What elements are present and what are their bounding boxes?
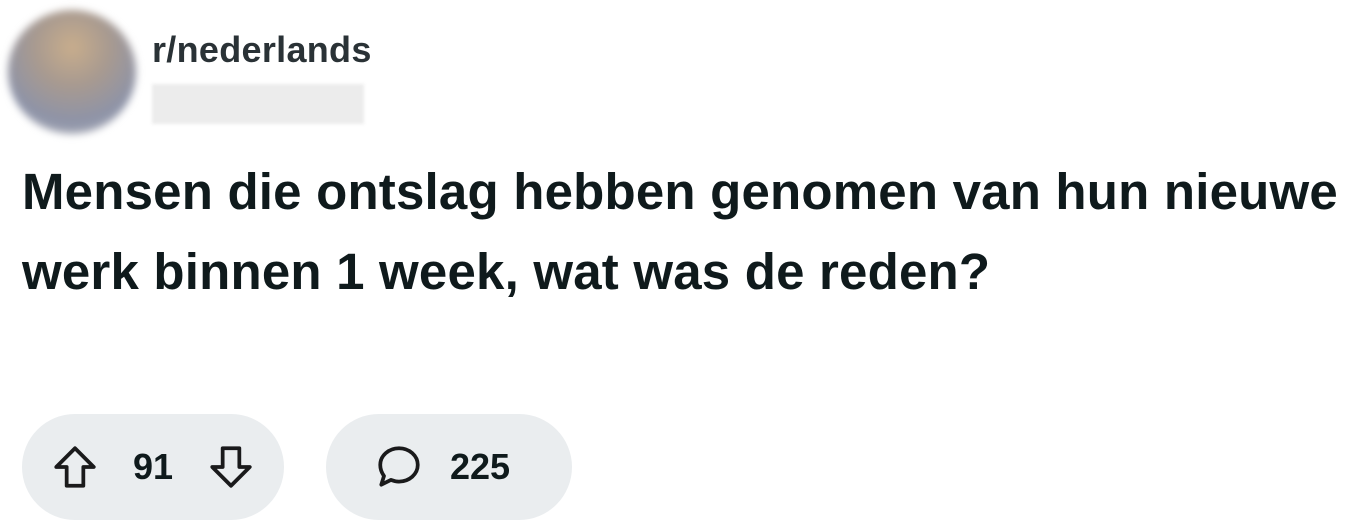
comment-count: 225: [450, 446, 511, 487]
upvote-icon[interactable]: [50, 442, 100, 492]
post-header: r/nederlands: [8, 10, 372, 136]
vote-bar: 91: [22, 414, 284, 520]
downvote-icon[interactable]: [206, 442, 256, 492]
comment-icon: [374, 442, 424, 492]
upvote-count: 91: [132, 446, 174, 487]
post-title[interactable]: Mensen die ontslag hebben genomen van hu…: [22, 152, 1352, 312]
avatar[interactable]: [8, 10, 136, 134]
post-meta: r/nederlands: [152, 10, 372, 124]
redacted-username: [152, 84, 364, 124]
subreddit-name[interactable]: r/nederlands: [152, 28, 372, 72]
comments-button[interactable]: 225: [326, 414, 572, 520]
post-actions: 91 225: [22, 414, 572, 520]
